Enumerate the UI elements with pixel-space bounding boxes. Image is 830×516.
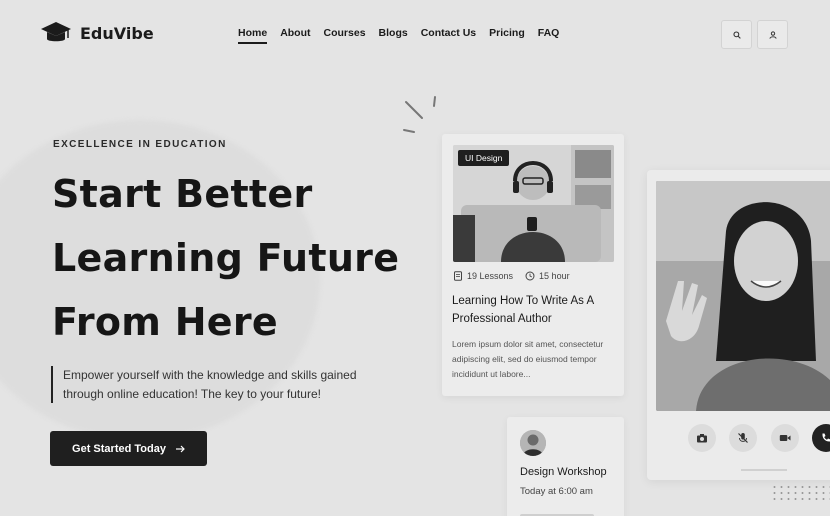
course-duration: 15 hour (525, 271, 570, 281)
main-nav: Home About Courses Blogs Contact Us Pric… (238, 27, 560, 44)
brand-logo[interactable]: EduVibe (40, 20, 154, 46)
user-icon (768, 30, 777, 39)
sparkle-decoration (403, 96, 436, 133)
duration-label: 15 hour (539, 271, 570, 281)
mic-off-icon (738, 433, 748, 443)
video-call-card (647, 170, 830, 480)
dot-pattern-decoration (771, 484, 830, 500)
video-feed-image (656, 181, 830, 411)
hero-eyebrow: EXCELLENCE IN EDUCATION (53, 139, 227, 150)
graduation-cap-icon (41, 22, 71, 42)
hero-description: Empower yourself with the knowledge and … (51, 366, 386, 403)
hero-headline: Start Better Learning Future From Here (52, 162, 399, 354)
course-description: Lorem ipsum dolor sit amet, consectetur … (452, 339, 604, 379)
course-title[interactable]: Learning How To Write As A Professional … (452, 292, 612, 328)
camera-button[interactable] (688, 424, 716, 452)
course-card[interactable]: UI Design 19 Lessons 15 hour Learning Ho… (442, 134, 624, 396)
nav-faq[interactable]: FAQ (538, 27, 560, 42)
lessons-count: 19 Lessons (453, 271, 513, 281)
nav-contact-us[interactable]: Contact Us (421, 27, 476, 42)
get-started-button[interactable]: Get Started Today (50, 431, 207, 466)
search-button[interactable] (721, 20, 752, 49)
workshop-time: Today at 6:00 am (520, 486, 593, 497)
headline-line-3: From Here (52, 300, 278, 344)
video-toggle-button[interactable] (771, 424, 799, 452)
cta-label: Get Started Today (72, 442, 166, 455)
phone-icon (822, 433, 830, 442)
course-meta: 19 Lessons 15 hour (453, 271, 570, 281)
mute-button[interactable] (729, 424, 757, 452)
nav-home[interactable]: Home (238, 27, 268, 44)
video-icon (779, 435, 791, 441)
search-icon (732, 30, 741, 39)
nav-about[interactable]: About (280, 27, 310, 42)
workshop-title: Design Workshop (520, 466, 607, 478)
headline-line-1: Start Better (52, 172, 313, 216)
camera-icon (697, 434, 707, 443)
nav-courses[interactable]: Courses (324, 27, 366, 42)
workshop-card[interactable]: Design Workshop Today at 6:00 am (507, 417, 624, 516)
document-icon (454, 271, 462, 281)
course-tag[interactable]: UI Design (458, 150, 510, 166)
lessons-label: 19 Lessons (467, 271, 514, 281)
course-image: UI Design (453, 145, 614, 262)
headline-line-2: Learning Future (52, 236, 400, 280)
nav-blogs[interactable]: Blogs (379, 27, 408, 42)
user-button[interactable] (757, 20, 788, 49)
brand-name: EduVibe (80, 23, 154, 43)
avatar (520, 430, 546, 456)
clock-icon (525, 271, 535, 281)
nav-pricing[interactable]: Pricing (489, 27, 525, 42)
video-card-divider (741, 469, 787, 471)
end-call-button[interactable] (812, 424, 830, 452)
arrow-right-icon (175, 445, 185, 452)
